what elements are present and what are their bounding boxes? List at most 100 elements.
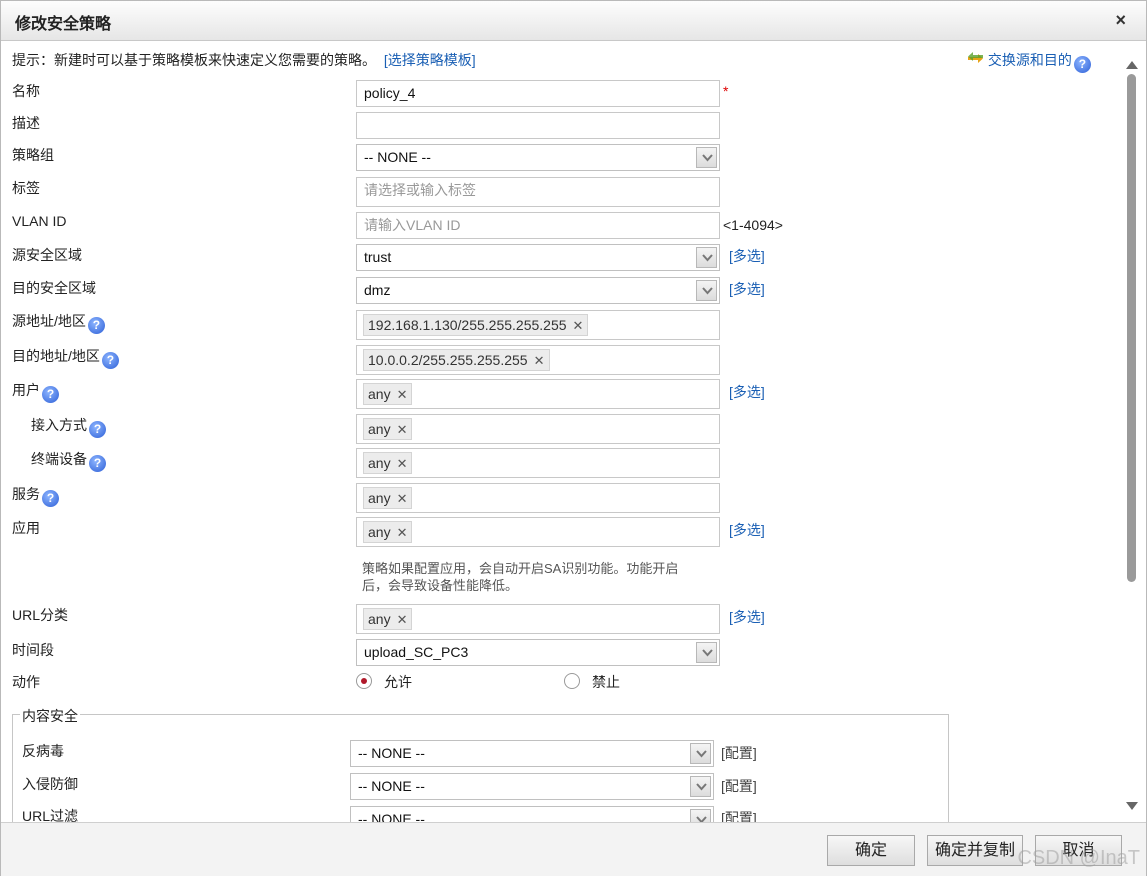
remove-icon[interactable]: ✕ (397, 612, 408, 627)
allow-radio-label[interactable]: 允许 (384, 672, 412, 692)
description-input[interactable] (356, 112, 720, 139)
allow-radio[interactable] (356, 673, 372, 689)
remove-icon[interactable]: ✕ (573, 318, 584, 333)
chevron-down-icon[interactable] (696, 642, 717, 663)
url-filter-config-link[interactable]: [配置] (721, 808, 757, 822)
dst-addr-tag: 10.0.0.2/255.255.255.255 ✕ (363, 349, 550, 371)
swap-src-dst[interactable]: 交换源和目的? (967, 50, 1091, 73)
dialog-footer: 确定 确定并复制 取消 CSDN @InaT (1, 822, 1146, 876)
scrollbar-thumb[interactable] (1127, 74, 1136, 582)
application-tag: any ✕ (363, 521, 413, 543)
deny-radio[interactable] (564, 673, 580, 689)
chevron-down-icon[interactable] (696, 147, 717, 168)
chevron-down-icon[interactable] (690, 776, 711, 797)
user-multi-link[interactable]: [多选] (729, 382, 765, 402)
watermark-text: CSDN @InaT (1017, 847, 1140, 869)
help-icon[interactable]: ? (101, 352, 119, 369)
remove-icon[interactable]: ✕ (397, 525, 408, 540)
schedule-select[interactable]: upload_SC_PC3 (356, 639, 720, 666)
ips-config-link[interactable]: [配置] (721, 776, 757, 796)
src-zone-label: 源安全区域 (12, 247, 82, 263)
help-icon[interactable]: ? (89, 421, 106, 438)
policy-group-select[interactable]: -- NONE -- (356, 144, 720, 171)
help-icon[interactable]: ? (42, 490, 59, 507)
schedule-value: upload_SC_PC3 (364, 644, 469, 660)
vertical-scrollbar[interactable] (1125, 52, 1138, 812)
service-label: 服务 (12, 486, 40, 502)
chevron-down-icon[interactable] (696, 247, 717, 268)
service-tag: any ✕ (363, 487, 413, 509)
remove-icon[interactable]: ✕ (397, 422, 408, 437)
dst-addr-tag-text: 10.0.0.2/255.255.255.255 (368, 352, 528, 368)
user-label: 用户 (12, 382, 40, 398)
url-category-label: URL分类 (12, 607, 69, 623)
ok-button[interactable]: 确定 (827, 835, 915, 866)
antivirus-select[interactable]: -- NONE -- (350, 740, 714, 767)
chevron-down-icon[interactable] (696, 280, 717, 301)
close-icon[interactable]: × (1115, 10, 1126, 31)
src-addr-label: 源地址/地区 (12, 313, 86, 329)
src-addr-input[interactable]: 192.168.1.130/255.255.255.255 ✕ (356, 310, 720, 340)
dst-addr-input[interactable]: 10.0.0.2/255.255.255.255 ✕ (356, 345, 720, 375)
url-filter-select[interactable]: -- NONE -- (350, 806, 714, 822)
antivirus-config-link[interactable]: [配置] (721, 743, 757, 763)
remove-icon[interactable]: ✕ (397, 456, 408, 471)
url-category-input[interactable]: any ✕ (356, 604, 720, 634)
content-security-legend: 内容安全 (20, 706, 80, 726)
ips-value: -- NONE -- (358, 778, 425, 794)
access-mode-label-row: 接入方式? (31, 415, 106, 438)
application-multi-link[interactable]: [多选] (729, 520, 765, 540)
remove-icon[interactable]: ✕ (534, 353, 545, 368)
radio-selected-dot (361, 678, 367, 684)
src-zone-select[interactable]: trust (356, 244, 720, 271)
application-tag-text: any (368, 524, 391, 540)
url-category-tag-text: any (368, 611, 391, 627)
tag-input[interactable]: 请选择或输入标签 (356, 177, 720, 207)
terminal-label: 终端设备 (31, 451, 87, 467)
remove-icon[interactable]: ✕ (397, 387, 408, 402)
terminal-input[interactable]: any ✕ (356, 448, 720, 478)
ips-label: 入侵防御 (22, 776, 78, 792)
service-label-row: 服务? (12, 484, 59, 507)
deny-radio-label[interactable]: 禁止 (592, 672, 620, 692)
scroll-up-icon[interactable] (1126, 56, 1138, 69)
terminal-label-row: 终端设备? (31, 449, 106, 472)
url-category-tag: any ✕ (363, 608, 413, 630)
name-input[interactable]: policy_4 (356, 80, 720, 107)
service-input[interactable]: any ✕ (356, 483, 720, 513)
ok-and-copy-button[interactable]: 确定并复制 (927, 835, 1023, 866)
choose-template-link[interactable]: [选择策略模板] (384, 52, 476, 68)
ips-select[interactable]: -- NONE -- (350, 773, 714, 800)
help-icon[interactable]: ? (87, 317, 105, 334)
remove-icon[interactable]: ✕ (397, 491, 408, 506)
content-security-group: 内容安全 反病毒 -- NONE -- [配置] 入侵防御 -- NONE --… (12, 706, 949, 822)
vlan-range: <1-4094> (723, 217, 783, 233)
vlan-id-input[interactable]: 请输入VLAN ID (356, 212, 720, 239)
scroll-down-icon[interactable] (1126, 798, 1138, 810)
url-filter-label: URL过滤 (22, 808, 79, 822)
user-input[interactable]: any ✕ (356, 379, 720, 409)
application-label: 应用 (12, 520, 40, 536)
dst-zone-label: 目的安全区域 (12, 280, 96, 296)
swap-link[interactable]: 交换源和目的 (988, 52, 1072, 68)
dialog-body: 提示：新建时可以基于策略模板来快速定义您需要的策略。 [选择策略模板] 交换源和… (1, 42, 1146, 822)
vlan-id-label: VLAN ID (12, 213, 67, 229)
help-icon[interactable]: ? (89, 455, 106, 472)
antivirus-value: -- NONE -- (358, 745, 425, 761)
access-mode-input[interactable]: any ✕ (356, 414, 720, 444)
url-category-multi-link[interactable]: [多选] (729, 607, 765, 627)
required-mark: * (723, 83, 729, 99)
hint-row: 提示：新建时可以基于策略模板来快速定义您需要的策略。 [选择策略模板] (12, 50, 476, 70)
src-zone-multi-link[interactable]: [多选] (729, 246, 765, 266)
application-input[interactable]: any ✕ (356, 517, 720, 547)
swap-icon (967, 52, 988, 68)
dst-zone-select[interactable]: dmz (356, 277, 720, 304)
help-icon[interactable]: ? (42, 386, 59, 403)
name-label: 名称 (12, 83, 40, 99)
dst-zone-multi-link[interactable]: [多选] (729, 279, 765, 299)
access-mode-tag-text: any (368, 421, 391, 437)
help-icon[interactable]: ? (1073, 56, 1091, 73)
chevron-down-icon[interactable] (690, 809, 711, 822)
chevron-down-icon[interactable] (690, 743, 711, 764)
action-label: 动作 (12, 674, 40, 690)
